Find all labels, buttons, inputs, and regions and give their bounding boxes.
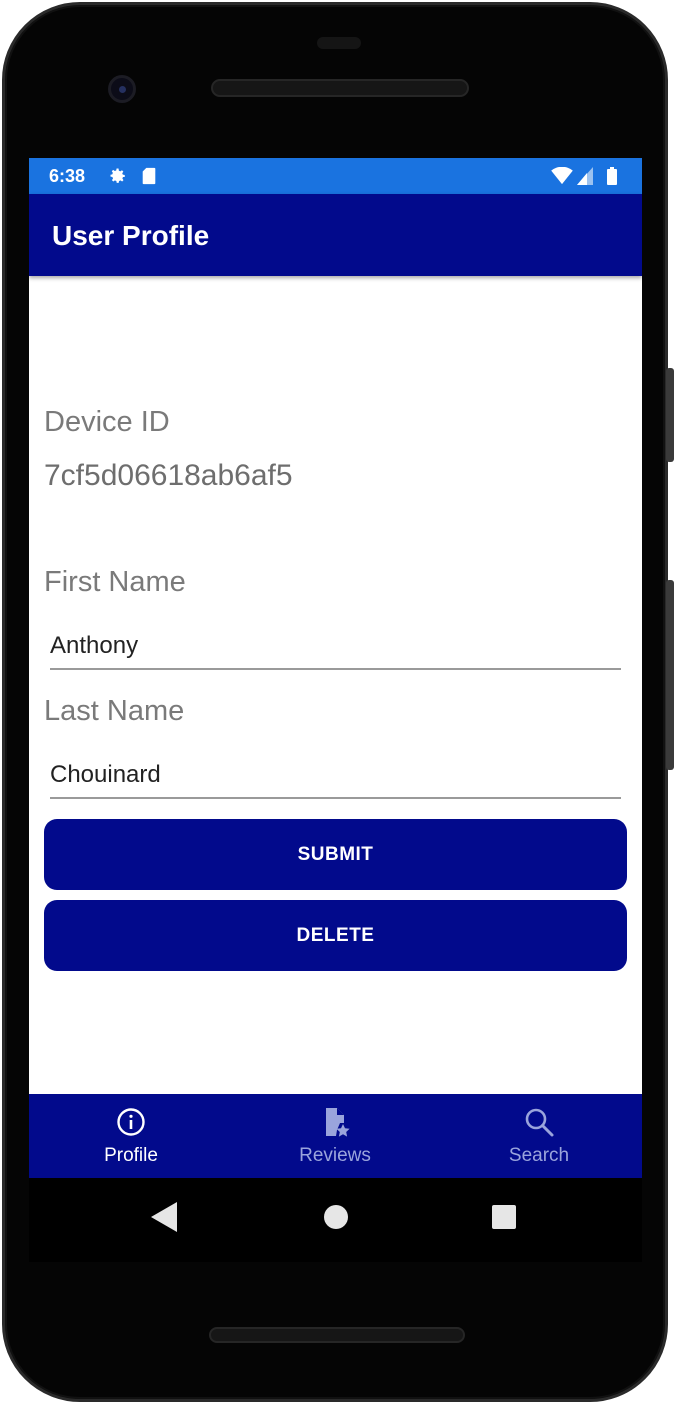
signal-icon xyxy=(577,167,593,185)
system-navigation-bar xyxy=(29,1178,642,1262)
delete-button[interactable]: DELETE xyxy=(44,900,627,971)
power-button xyxy=(666,368,674,462)
nav-label-search: Search xyxy=(508,1145,570,1166)
home-icon[interactable] xyxy=(323,1204,349,1230)
top-slot xyxy=(317,37,361,49)
last-name-field-container xyxy=(50,755,621,799)
device-id-label: Device ID xyxy=(44,406,170,438)
app-bar: User Profile xyxy=(29,194,642,276)
back-icon[interactable] xyxy=(151,1202,177,1232)
submit-button[interactable]: SUBMIT xyxy=(44,819,627,890)
nav-item-profile[interactable]: Profile xyxy=(29,1094,233,1178)
bottom-speaker xyxy=(209,1327,465,1343)
nav-item-search[interactable]: Search xyxy=(437,1094,641,1178)
nav-item-reviews[interactable]: Reviews xyxy=(233,1094,437,1178)
page-title: User Profile xyxy=(52,220,210,251)
nav-label-profile: Profile xyxy=(104,1145,158,1166)
last-name-label: Last Name xyxy=(44,695,185,727)
nav-label-reviews: Reviews xyxy=(299,1145,371,1166)
last-name-field[interactable] xyxy=(50,755,621,795)
battery-icon xyxy=(607,167,617,185)
bottom-navigation: Profile Reviews Search xyxy=(29,1094,642,1178)
device-id-value: 7cf5d06618ab6af5 xyxy=(44,459,293,492)
info-circle-icon xyxy=(117,1108,145,1136)
status-bar: 6:38 xyxy=(29,158,642,194)
first-name-field-container xyxy=(50,626,621,670)
first-name-label: First Name xyxy=(44,566,186,598)
volume-button xyxy=(666,580,674,770)
earpiece-speaker xyxy=(211,79,469,97)
search-icon xyxy=(525,1108,554,1137)
phone-screen: 6:38 User Profile Device ID 7cf5d06618ab… xyxy=(29,158,642,1262)
gear-icon xyxy=(110,168,125,183)
front-camera xyxy=(108,75,136,103)
first-name-field[interactable] xyxy=(50,626,621,666)
recents-icon[interactable] xyxy=(492,1205,516,1229)
review-document-icon xyxy=(326,1108,350,1137)
sd-card-icon xyxy=(142,167,156,185)
status-time: 6:38 xyxy=(49,166,86,186)
wifi-icon xyxy=(551,167,573,185)
profile-form: Device ID 7cf5d06618ab6af5 First Name La… xyxy=(29,276,642,1094)
